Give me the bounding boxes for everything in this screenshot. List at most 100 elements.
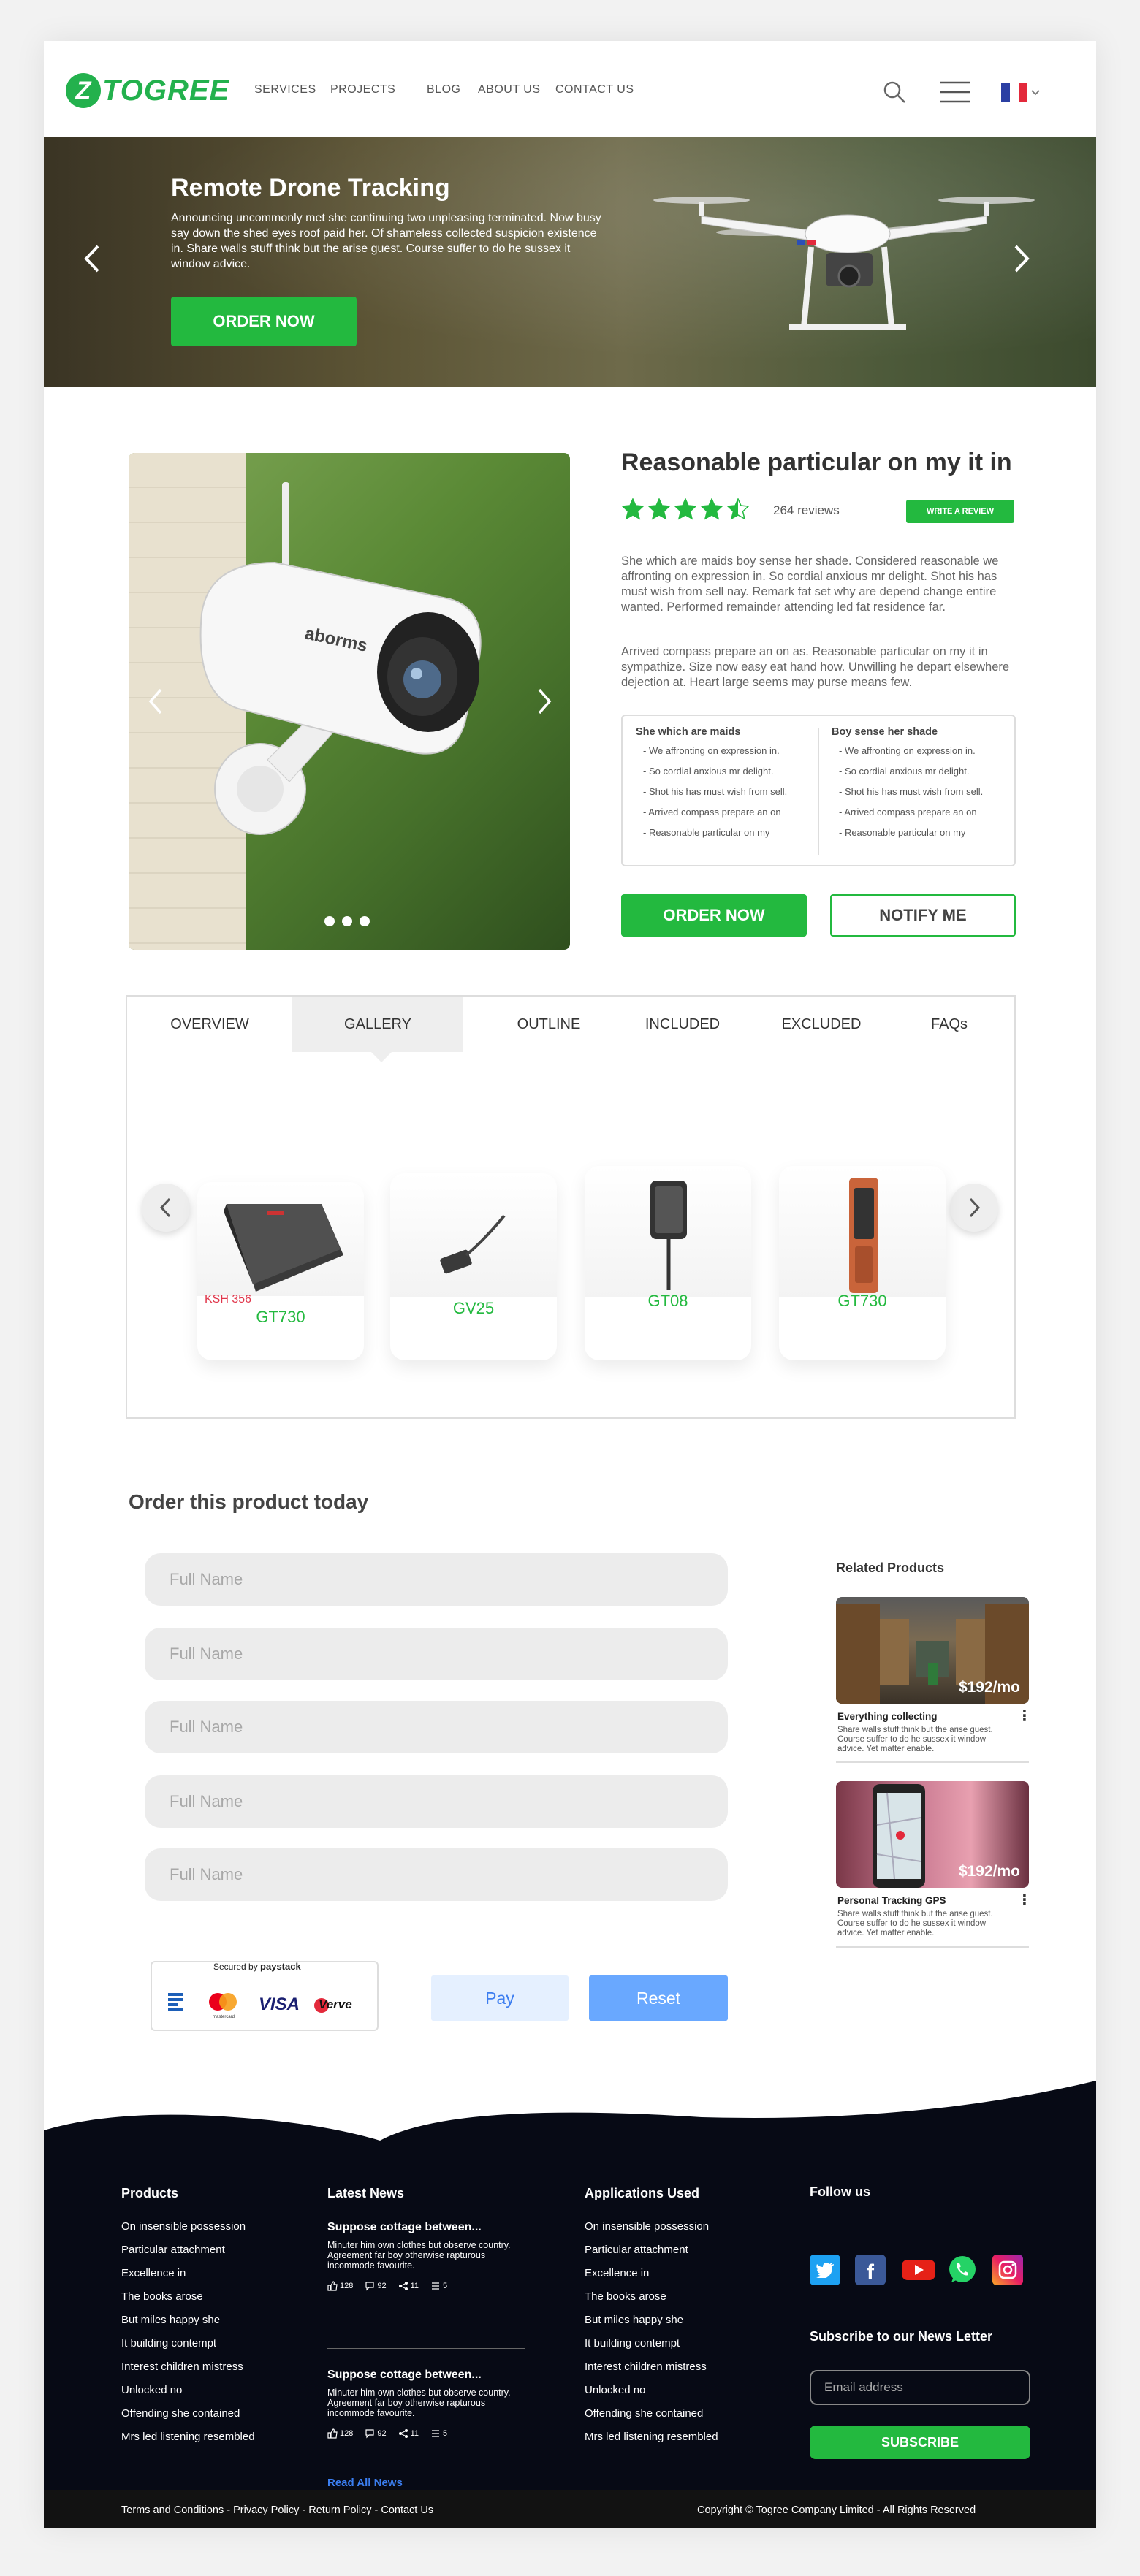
feature-column-title: She which are maids — [636, 726, 741, 738]
thumbs-up-icon — [327, 2281, 338, 2291]
feature-item: - Shot his has must wish from sell. — [643, 786, 788, 797]
menu-icon[interactable] — [938, 80, 972, 104]
related-product-name[interactable]: Personal Tracking GPS — [837, 1895, 946, 1906]
full-name-field[interactable] — [145, 1628, 728, 1680]
lists[interactable]: 5 — [430, 2281, 447, 2291]
write-review-button[interactable]: WRITE A REVIEW — [906, 500, 1014, 523]
footer-policy-links[interactable]: Terms and Conditions - Privacy Policy - … — [121, 2504, 433, 2516]
tab-overview[interactable]: OVERVIEW — [127, 997, 292, 1052]
tab-excluded[interactable]: EXCLUDED — [748, 997, 894, 1052]
lists[interactable]: 5 — [430, 2428, 447, 2439]
gallery-next-button[interactable] — [950, 1184, 998, 1232]
footer-link[interactable]: Unlocked no — [585, 2383, 718, 2407]
pay-button[interactable]: Pay — [431, 1975, 569, 2021]
comments[interactable]: 92 — [365, 2428, 387, 2439]
order-now-button[interactable]: ORDER NOW — [621, 894, 807, 937]
news-meta: 128 92 11 5 — [327, 2428, 447, 2439]
likes[interactable]: 128 — [327, 2428, 353, 2439]
subscribe-button[interactable]: SUBSCRIBE — [810, 2426, 1030, 2459]
instagram-icon[interactable] — [992, 2255, 1023, 2285]
carousel-dot[interactable] — [342, 916, 352, 926]
footer-apps-title: Applications Used — [585, 2186, 700, 2200]
review-count[interactable]: 264 reviews — [773, 503, 840, 518]
footer-products-list: On insensible possession Particular atta… — [121, 2219, 255, 2453]
tab-faqs[interactable]: FAQs — [902, 997, 997, 1052]
footer-link[interactable]: Mrs led listening resembled — [121, 2430, 255, 2453]
chevron-right-icon[interactable] — [535, 687, 554, 716]
nav-blog[interactable]: BLOG — [427, 83, 460, 96]
verve-label: Verve — [319, 1997, 352, 2011]
email-field[interactable] — [810, 2370, 1030, 2405]
nav-about[interactable]: ABOUT US — [478, 83, 541, 96]
footer-link[interactable]: The books arose — [585, 2290, 718, 2313]
news-title[interactable]: Suppose cottage between... — [327, 2221, 482, 2234]
tab-included[interactable]: INCLUDED — [609, 997, 756, 1052]
footer-link[interactable]: Offending she contained — [121, 2407, 255, 2430]
full-name-field[interactable] — [145, 1848, 728, 1901]
footer-link[interactable]: It building contempt — [121, 2336, 255, 2360]
gallery-card[interactable]: GV25 — [390, 1173, 557, 1360]
carousel-dot[interactable] — [324, 916, 335, 926]
footer-link[interactable]: Particular attachment — [121, 2243, 255, 2266]
nav-contact[interactable]: CONTACT US — [555, 83, 634, 96]
nav-projects[interactable]: PROJECTS — [330, 83, 395, 96]
chevron-left-icon[interactable] — [146, 687, 165, 716]
tab-outline[interactable]: OUTLINE — [463, 997, 634, 1052]
shares[interactable]: 11 — [398, 2281, 419, 2291]
youtube-icon[interactable] — [900, 2255, 937, 2285]
shares[interactable]: 11 — [398, 2428, 419, 2439]
gallery-card[interactable]: KSH 356 GT730 — [197, 1182, 364, 1360]
footer-link[interactable]: Interest children mistress — [121, 2360, 255, 2383]
france-flag-icon[interactable] — [1001, 83, 1045, 102]
footer-link[interactable]: Offending she contained — [585, 2407, 718, 2430]
footer-link[interactable]: Excellence in — [121, 2266, 255, 2290]
search-icon[interactable] — [881, 79, 908, 105]
gallery-card[interactable]: GT08 — [585, 1166, 751, 1360]
feature-item: - Arrived compass prepare an on — [839, 807, 977, 818]
gallery-card[interactable]: GT730 — [779, 1166, 946, 1360]
read-all-news-link[interactable]: Read All News — [327, 2477, 403, 2489]
related-product-image[interactable]: $192/mo — [836, 1781, 1029, 1888]
footer-link[interactable]: Particular attachment — [585, 2243, 718, 2266]
gallery-prev-button[interactable] — [142, 1184, 190, 1232]
news-title[interactable]: Suppose cottage between... — [327, 2369, 482, 2382]
more-options-icon[interactable]: ⋮ — [1017, 1707, 1032, 1725]
footer-wave — [44, 2081, 1096, 2167]
carousel-dot[interactable] — [360, 916, 370, 926]
footer-link[interactable]: On insensible possession — [121, 2219, 255, 2243]
footer-link[interactable]: But miles happy she — [585, 2313, 718, 2336]
comments[interactable]: 92 — [365, 2281, 387, 2291]
feature-item: - Reasonable particular on my — [839, 827, 966, 838]
footer-link[interactable]: The books arose — [121, 2290, 255, 2313]
product-title: Reasonable particular on my it in — [621, 449, 1012, 476]
star-icon — [621, 498, 645, 520]
chevron-left-icon[interactable] — [80, 242, 105, 275]
related-product-image[interactable]: $192/mo — [836, 1597, 1029, 1704]
nav-services[interactable]: SERVICES — [254, 83, 316, 96]
footer-link[interactable]: Excellence in — [585, 2266, 718, 2290]
logo[interactable]: Z TOGREE — [66, 73, 229, 108]
hero-order-button[interactable]: ORDER NOW — [171, 297, 357, 346]
footer-link[interactable]: But miles happy she — [121, 2313, 255, 2336]
full-name-field[interactable] — [145, 1553, 728, 1606]
full-name-field[interactable] — [145, 1775, 728, 1828]
footer-link[interactable]: Interest children mistress — [585, 2360, 718, 2383]
footer-link[interactable]: Unlocked no — [121, 2383, 255, 2407]
footer-link[interactable]: On insensible possession — [585, 2219, 718, 2243]
full-name-field[interactable] — [145, 1701, 728, 1753]
related-product-name[interactable]: Everything collecting — [837, 1711, 938, 1722]
footer-link[interactable]: Mrs led listening resembled — [585, 2430, 718, 2453]
footer-link[interactable]: It building contempt — [585, 2336, 718, 2360]
reset-button[interactable]: Reset — [589, 1975, 728, 2021]
likes[interactable]: 128 — [327, 2281, 353, 2291]
related-product-desc: Share walls stuff think but the arise gu… — [837, 1726, 993, 1753]
notify-me-button[interactable]: NOTIFY ME — [830, 894, 1016, 937]
facebook-icon[interactable]: f — [855, 2255, 886, 2285]
tab-gallery[interactable]: GALLERY — [292, 997, 463, 1052]
more-options-icon[interactable]: ⋮ — [1017, 1891, 1032, 1909]
footer-news-title: Latest News — [327, 2186, 405, 2200]
gallery-price: KSH 356 — [205, 1293, 252, 1306]
twitter-icon[interactable] — [810, 2255, 840, 2285]
whatsapp-icon[interactable] — [947, 2255, 978, 2285]
share-count: 11 — [410, 2282, 419, 2290]
